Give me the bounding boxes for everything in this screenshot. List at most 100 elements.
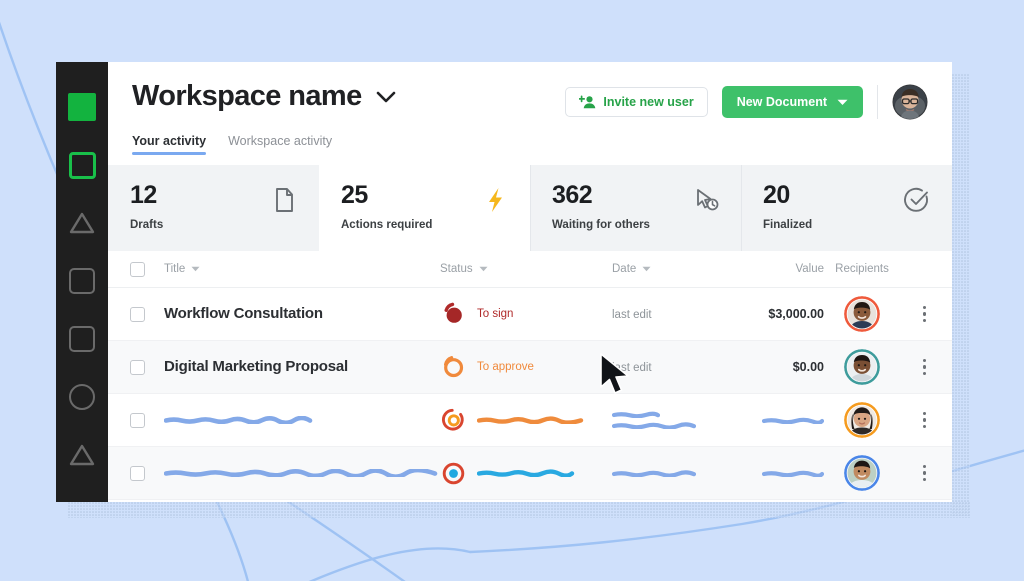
status-label: To approve	[477, 361, 534, 373]
new-document-button[interactable]: New Document	[722, 86, 863, 118]
stat-value: 12	[130, 183, 163, 208]
table-row[interactable]	[108, 394, 952, 447]
invite-new-user-label: Invite new user	[603, 95, 693, 109]
table-header-row: Title Status Date	[108, 251, 952, 288]
chevron-down-icon[interactable]	[376, 91, 396, 103]
sidebar	[56, 62, 108, 502]
sidebar-item-settings[interactable]	[56, 426, 108, 484]
tab-workspace-activity[interactable]: Workspace activity	[228, 134, 332, 155]
sidebar-item-logo-square[interactable]	[56, 78, 108, 136]
row-checkbox[interactable]	[130, 466, 145, 481]
stats-row: 12 Drafts 25 Actions required	[108, 165, 952, 251]
stat-card-actions-required[interactable]: 25 Actions required	[319, 165, 530, 251]
row-title: Workflow Consultation	[164, 305, 323, 322]
header-divider	[877, 85, 878, 119]
page-title: Workspace name	[132, 80, 362, 113]
status-viewed-icon	[440, 460, 466, 486]
stat-label: Drafts	[130, 219, 163, 231]
stat-card-drafts[interactable]: 12 Drafts	[108, 165, 319, 251]
column-header-date[interactable]: Date	[612, 263, 724, 275]
stat-value: 362	[552, 183, 650, 208]
avatar[interactable]	[844, 455, 880, 491]
check-circle-icon	[902, 185, 932, 215]
sidebar-item-documents[interactable]	[56, 252, 108, 310]
cursor-clock-icon	[691, 185, 721, 215]
workspace-switcher[interactable]: Workspace name	[132, 80, 565, 113]
avatar[interactable]	[844, 349, 880, 385]
status-label: To sign	[477, 308, 513, 320]
stat-card-waiting-for-others[interactable]: 362 Waiting for others	[530, 165, 741, 251]
sidebar-item-dashboard[interactable]	[56, 136, 108, 194]
avatar[interactable]	[844, 402, 880, 438]
sort-caret-icon	[191, 266, 200, 272]
row-title-placeholder	[164, 469, 439, 477]
window-shadow-bottom	[68, 502, 970, 518]
row-title: Digital Marketing Proposal	[164, 358, 348, 375]
main-pane: Workspace name Invite new user New Docum…	[108, 62, 952, 502]
stat-value: 20	[763, 183, 812, 208]
status-to-sign-icon	[440, 301, 466, 327]
square-icon	[69, 326, 95, 352]
stat-label: Finalized	[763, 219, 812, 231]
row-date-placeholder	[612, 470, 696, 477]
kebab-menu-icon[interactable]	[919, 355, 931, 380]
row-title-placeholder	[164, 416, 314, 424]
column-header-status[interactable]: Status	[440, 263, 488, 275]
column-label: Status	[440, 263, 473, 275]
avatar[interactable]	[844, 296, 880, 332]
table-row[interactable]	[108, 447, 952, 500]
kebab-menu-icon[interactable]	[919, 302, 931, 327]
document-icon	[269, 185, 299, 215]
stat-value: 25	[341, 183, 432, 208]
sidebar-item-contacts[interactable]	[56, 310, 108, 368]
status-placeholder	[477, 416, 585, 424]
sidebar-item-templates[interactable]	[56, 194, 108, 252]
add-user-icon	[579, 95, 596, 109]
triangle-icon	[67, 442, 97, 468]
table-row[interactable]: Digital Marketing Proposal To approve la…	[108, 341, 952, 394]
square-icon	[69, 268, 95, 294]
status-placeholder	[477, 469, 575, 477]
column-label: Recipients	[835, 263, 889, 275]
triangle-icon	[67, 210, 97, 236]
avatar[interactable]	[892, 84, 928, 120]
stat-card-finalized[interactable]: 20 Finalized	[741, 165, 952, 251]
kebab-menu-icon[interactable]	[919, 461, 931, 486]
row-date-placeholder	[612, 422, 696, 429]
invite-new-user-button[interactable]: Invite new user	[565, 87, 707, 117]
app-window: Workspace name Invite new user New Docum…	[56, 62, 952, 502]
square-outline-icon	[69, 152, 96, 179]
row-value-placeholder	[762, 470, 824, 477]
stat-label: Waiting for others	[552, 219, 650, 231]
header-actions: Invite new user New Document	[565, 80, 928, 120]
row-checkbox[interactable]	[130, 307, 145, 322]
column-label: Value	[795, 263, 824, 275]
column-label: Title	[164, 263, 185, 275]
tab-your-activity[interactable]: Your activity	[132, 134, 206, 155]
row-value: $0.00	[793, 360, 824, 374]
row-value: $3,000.00	[768, 307, 824, 321]
new-document-label: New Document	[737, 95, 827, 109]
row-date: last edit	[612, 309, 652, 321]
caret-down-icon	[837, 99, 848, 106]
row-value-placeholder	[762, 417, 824, 424]
row-checkbox[interactable]	[130, 360, 145, 375]
documents-table: Title Status Date	[108, 251, 952, 502]
select-all-checkbox[interactable]	[130, 262, 145, 277]
activity-tabs: Your activity Workspace activity	[108, 120, 952, 155]
row-checkbox[interactable]	[130, 413, 145, 428]
sort-caret-icon	[642, 266, 651, 272]
column-header-recipients: Recipients	[835, 263, 889, 275]
select-all-cell	[130, 262, 164, 277]
sort-caret-icon	[479, 266, 488, 272]
table-row[interactable]: Workflow Consultation To sign last edit …	[108, 288, 952, 341]
stat-label: Actions required	[341, 219, 432, 231]
sidebar-item-reports[interactable]	[56, 368, 108, 426]
row-date: last edit	[612, 362, 652, 374]
window-shadow-right	[952, 74, 970, 516]
status-pending-icon	[440, 407, 466, 433]
row-date-placeholder	[612, 411, 660, 418]
kebab-menu-icon[interactable]	[919, 408, 931, 433]
column-header-title[interactable]: Title	[164, 263, 440, 275]
logo-square-icon	[68, 93, 96, 121]
